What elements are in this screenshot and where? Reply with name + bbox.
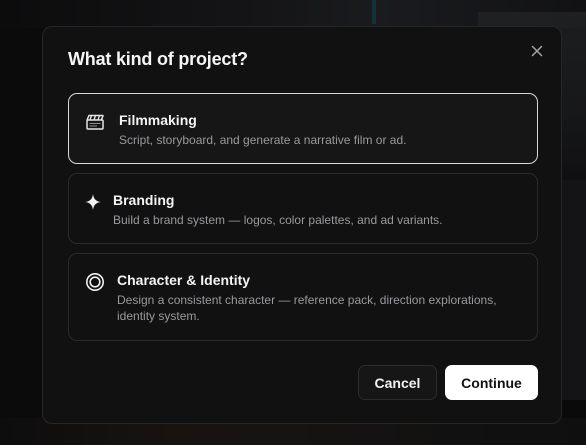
project-type-dialog: What kind of project? Filmmaking Script,…: [42, 26, 562, 424]
continue-button[interactable]: Continue: [445, 365, 538, 400]
option-description: Design a consistent character — referenc…: [117, 293, 497, 323]
option-title: Character & Identity: [117, 272, 251, 288]
option-description: Build a brand system — logos, color pale…: [113, 213, 443, 227]
close-button[interactable]: [529, 43, 545, 59]
close-icon: [531, 45, 543, 57]
option-title: Filmmaking: [119, 112, 197, 128]
dialog-title: What kind of project?: [68, 49, 248, 69]
background-accent: [372, 0, 376, 24]
target-circle-icon: [85, 272, 105, 292]
clapperboard-icon: [85, 112, 105, 132]
option-title: Branding: [113, 192, 175, 208]
option-character-identity[interactable]: Character & Identity Design a consistent…: [68, 253, 538, 341]
cancel-button[interactable]: Cancel: [358, 365, 437, 400]
option-filmmaking[interactable]: Filmmaking Script, storyboard, and gener…: [68, 93, 538, 164]
sparkle-icon: [83, 192, 103, 212]
option-description: Script, storyboard, and generate a narra…: [119, 133, 407, 147]
background-panel-left: [0, 28, 42, 418]
option-branding[interactable]: Branding Build a brand system — logos, c…: [68, 173, 538, 244]
